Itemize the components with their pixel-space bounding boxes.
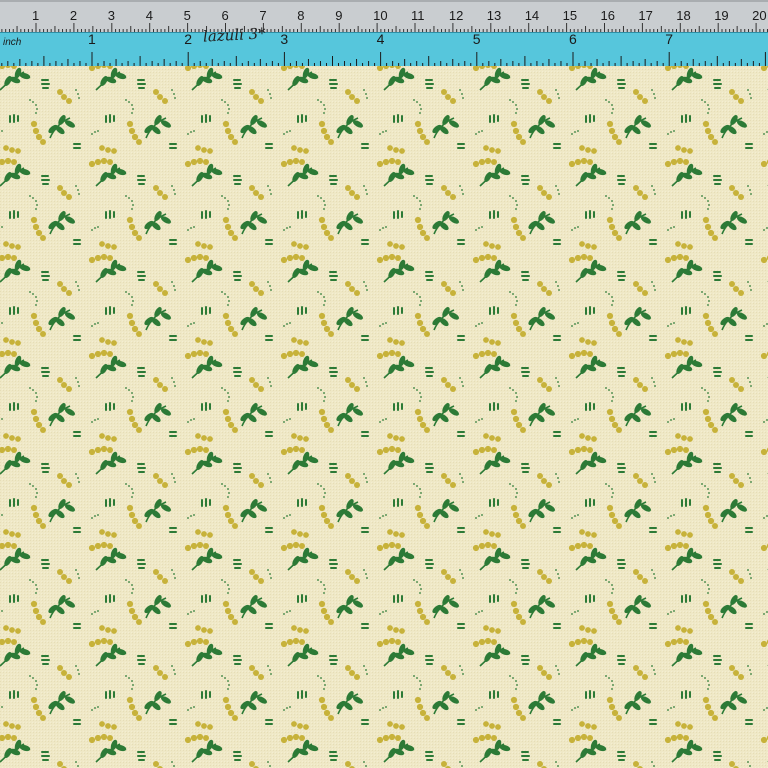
inch-number: 7 [665, 31, 673, 47]
cm-number: 7 [259, 8, 267, 23]
cm-number: 10 [373, 8, 388, 23]
cm-number: 18 [676, 8, 691, 23]
cm-number: 9 [335, 8, 343, 23]
cm-number: 1 [32, 8, 40, 23]
inch-number: 6 [569, 31, 577, 47]
fabric-scan [0, 0, 768, 768]
cm-number: 4 [145, 8, 153, 23]
inch-number: 1 [88, 31, 96, 47]
handwritten-label: lazuli 3* [202, 24, 267, 46]
cm-number: 15 [562, 8, 578, 23]
cm-number: 8 [297, 8, 305, 23]
cm-number: 5 [183, 8, 191, 23]
cm-number: 19 [714, 8, 729, 23]
inch-number: 3 [280, 31, 289, 47]
cm-number: 6 [221, 8, 229, 23]
cm-number: 2 [69, 8, 78, 23]
inch-number: 4 [376, 31, 385, 47]
cm-number: 3 [107, 8, 116, 23]
cm-number: 11 [411, 8, 425, 23]
inch-unit-label: inch [3, 37, 22, 48]
cm-number: 12 [448, 8, 464, 23]
cm-number: 16 [600, 8, 615, 23]
cm-number: 13 [486, 8, 502, 23]
cm-number: 20 [752, 8, 767, 23]
inch-number: 5 [472, 31, 481, 47]
inch-number: 2 [184, 31, 192, 47]
cm-number: 14 [524, 8, 540, 23]
cm-number: 17 [638, 8, 653, 23]
fabric-print [0, 60, 768, 768]
